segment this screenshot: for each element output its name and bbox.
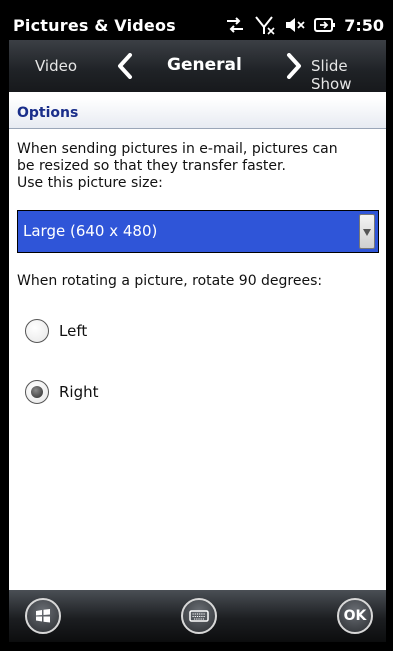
chevron-down-icon <box>363 229 371 236</box>
sync-icon <box>227 17 244 33</box>
ok-label: OK <box>343 608 367 624</box>
tab-bar: Video General Slide Show <box>9 40 386 93</box>
rotation-label: When rotating a picture, rotate 90 degre… <box>17 273 323 289</box>
chevron-left-icon[interactable] <box>117 53 133 79</box>
status-icons: 7:50 <box>224 14 384 36</box>
tab-general[interactable]: General <box>167 55 242 75</box>
device-frame: Pictures & Videos 7:50 Video General Sli… <box>0 0 393 651</box>
picture-size-value: Large (640 x 480) <box>23 222 158 240</box>
ok-button[interactable]: OK <box>337 598 373 634</box>
tab-video[interactable]: Video <box>35 57 77 75</box>
status-bar: Pictures & Videos 7:50 <box>9 8 386 40</box>
radio-circle-checked[interactable] <box>25 380 49 404</box>
tab-slide-show[interactable]: Slide Show <box>311 57 386 93</box>
description-line: When sending pictures in e-mail, picture… <box>17 141 338 157</box>
battery-charging-icon <box>314 18 336 32</box>
content-area: Options When sending pictures in e-mail,… <box>9 92 386 590</box>
description-text: When sending pictures in e-mail, picture… <box>17 141 379 192</box>
section-title: Options <box>17 105 79 121</box>
radio-left[interactable]: Left <box>25 317 145 347</box>
app-title: Pictures & Videos <box>13 16 176 35</box>
picture-size-dropdown[interactable]: Large (640 x 480) <box>17 210 379 253</box>
dropdown-arrow-button[interactable] <box>359 214 375 249</box>
keyboard-button[interactable] <box>181 598 217 634</box>
radio-label[interactable]: Right <box>59 383 99 401</box>
keyboard-icon <box>189 610 209 622</box>
description-line: be resized so that they transfer faster. <box>17 158 286 174</box>
command-bar: OK <box>9 590 386 642</box>
radio-label[interactable]: Left <box>59 322 87 340</box>
clock: 7:50 <box>344 15 384 35</box>
chevron-right-icon[interactable] <box>286 53 302 79</box>
section-header: Options <box>9 98 386 129</box>
windows-logo-icon <box>36 609 50 623</box>
radio-circle[interactable] <box>25 319 49 343</box>
start-button[interactable] <box>25 598 61 634</box>
volume-muted-icon <box>286 18 305 32</box>
radio-right[interactable]: Right <box>25 378 145 408</box>
description-line: Use this picture size: <box>17 175 163 191</box>
signal-off-icon <box>255 16 275 35</box>
